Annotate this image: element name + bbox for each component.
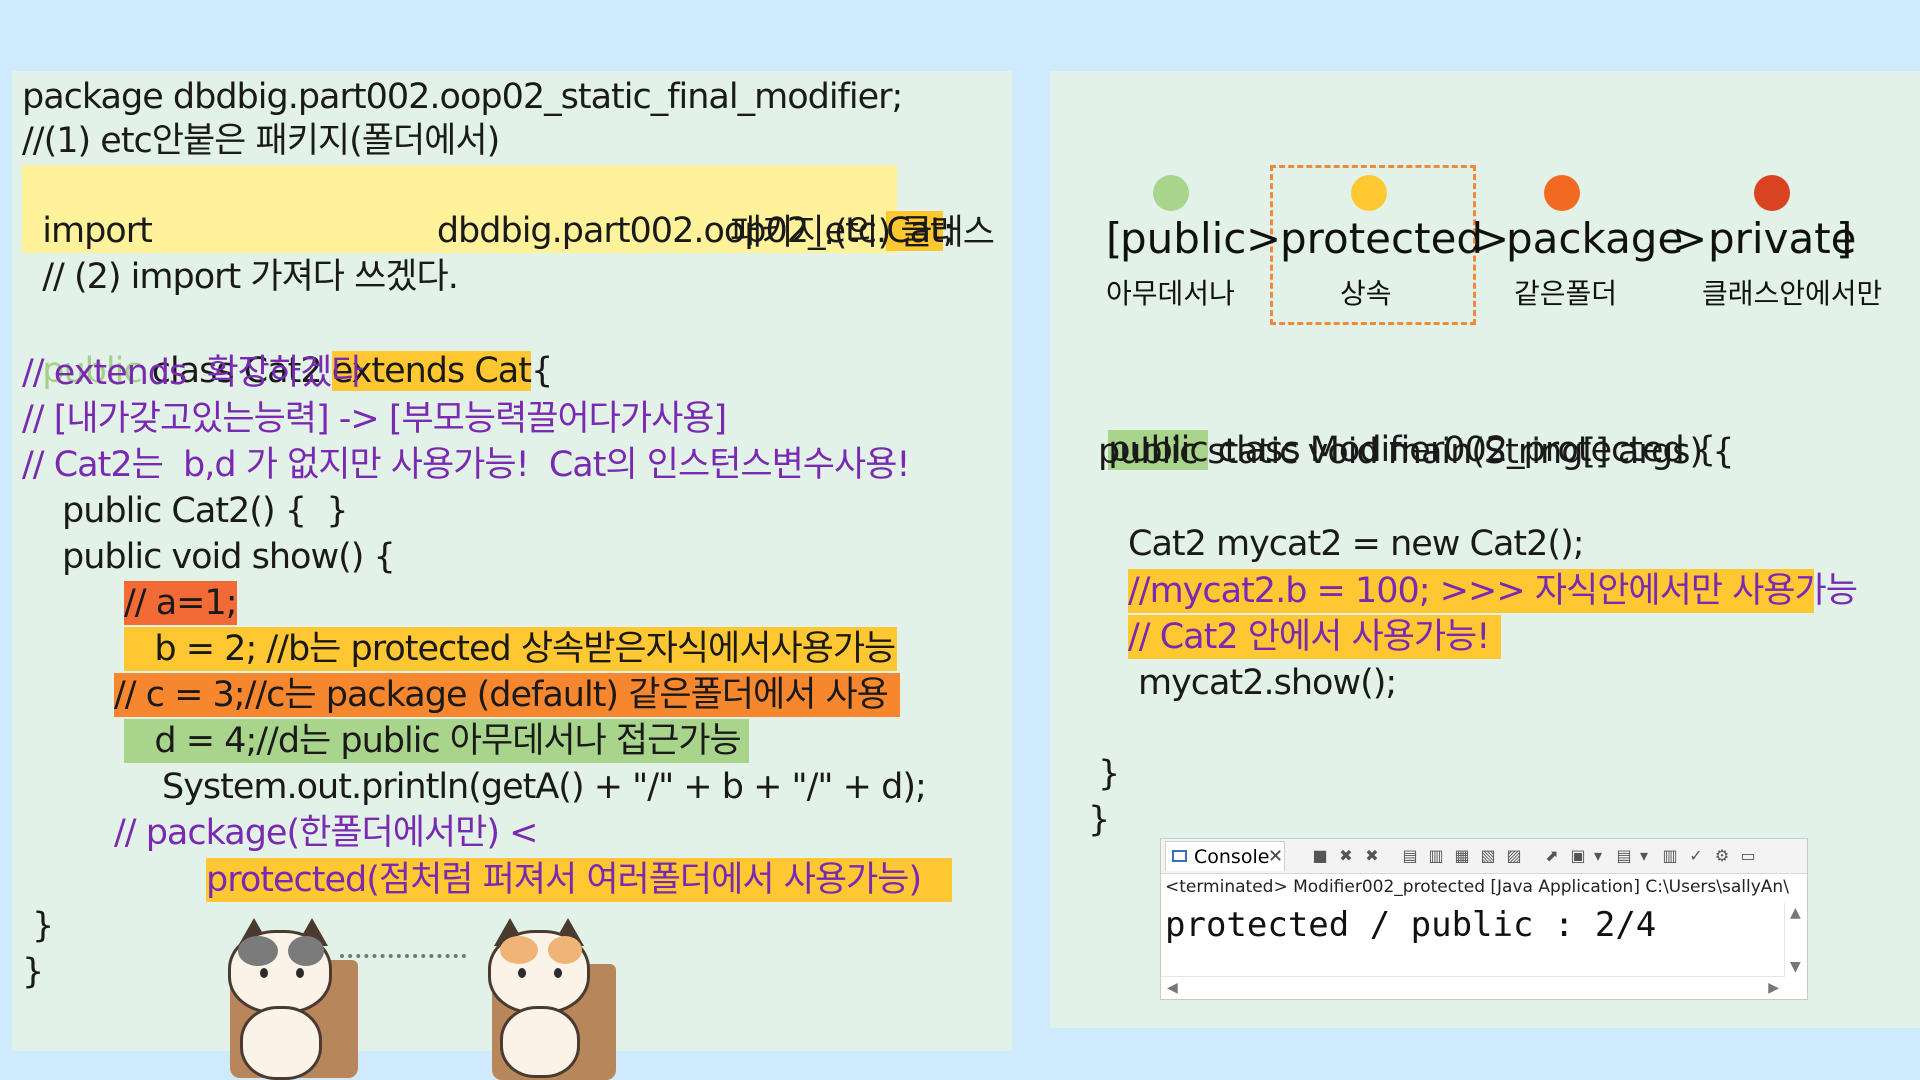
gear-icon[interactable]: ⚙ xyxy=(1713,847,1731,865)
display-console-icon[interactable]: ▣ xyxy=(1569,847,1587,865)
console-tab-label: Console xyxy=(1194,846,1270,868)
public-level-dot-icon xyxy=(1153,175,1189,211)
code-line-new-cat2: Cat2 mycat2 = new Cat2(); xyxy=(1128,524,1585,564)
close-icon[interactable]: ✕ xyxy=(1268,842,1283,872)
code-line-close-class: } xyxy=(22,952,44,992)
remove-launch-icon[interactable]: ✖ xyxy=(1337,847,1355,865)
word-wrap-icon[interactable]: ▦ xyxy=(1453,847,1471,865)
access-separator-3: > xyxy=(1672,214,1708,263)
code-line-close-method: } xyxy=(32,906,54,946)
code-line-println: System.out.println(getA() + "/" + b + "/… xyxy=(162,767,927,807)
open-brace: { xyxy=(530,351,553,391)
clear-console-icon[interactable]: ▤ xyxy=(1401,847,1419,865)
comment-extends: // extends 확장하겠다 xyxy=(22,353,363,393)
access-public-label: public xyxy=(1120,214,1247,263)
access-separator-2: > xyxy=(1474,214,1510,263)
code-line-main-method: public static void main(String[] args) { xyxy=(1098,432,1735,472)
scroll-lock-icon[interactable]: ▥ xyxy=(1427,847,1445,865)
code-line-show-call: mycat2.show(); xyxy=(1138,663,1397,703)
scroll-down-icon[interactable]: ▼ xyxy=(1790,959,1801,975)
comment-package-scope: // package(한폴더에서만) < xyxy=(114,813,538,853)
scroll-right-icon[interactable]: ▶ xyxy=(1768,980,1779,996)
remove-all-icon[interactable]: ✖ xyxy=(1363,847,1381,865)
access-protected-label: protected xyxy=(1280,214,1484,263)
console-tab[interactable]: Console ✕ xyxy=(1165,841,1285,871)
access-private-label: private xyxy=(1708,214,1857,263)
code-line-package: package dbdbig.part002.oop02_static_fina… xyxy=(22,77,903,117)
private-level-dot-icon xyxy=(1754,175,1790,211)
console-toolbar: Console ✕ ■ ✖ ✖ ▤ ▥ ▦ ▧ ▨ ⬈ ▣ ▾ ▤ ▾ ▥ ✓ … xyxy=(1161,839,1807,874)
console-view: Console ✕ ■ ✖ ✖ ▤ ▥ ▦ ▧ ▨ ⬈ ▣ ▾ ▤ ▾ ▥ ✓ … xyxy=(1160,838,1808,1000)
vertical-scrollbar[interactable]: ▲ ▼ xyxy=(1784,903,1807,977)
code-line-package-class-note: 패키지.(의) 클래스 xyxy=(730,213,995,253)
console-status-text: <terminated> Modifier002_protected [Java… xyxy=(1165,877,1789,897)
access-private-desc: 클래스안에서만 xyxy=(1702,277,1883,310)
access-public-desc: 아무데서나 xyxy=(1106,277,1235,310)
minimize-icon[interactable]: ▭ xyxy=(1739,847,1757,865)
code-line-d-public: d = 4;//d는 public 아무데서나 접근가능 xyxy=(124,719,749,763)
code-line-comment-1: //(1) etc안붙은 패키지(폴더에서) xyxy=(22,121,500,161)
open-console-icon[interactable]: ▤ xyxy=(1615,847,1633,865)
show-stdout-icon[interactable]: ▧ xyxy=(1479,847,1497,865)
string-line-icon xyxy=(340,954,466,958)
code-line-constructor: public Cat2() { } xyxy=(62,491,349,531)
package-level-dot-icon xyxy=(1544,175,1580,211)
scroll-up-icon[interactable]: ▲ xyxy=(1790,905,1801,921)
horizontal-scrollbar[interactable]: ◀ ▶ xyxy=(1161,976,1785,999)
console-output: protected / public : 2/4 xyxy=(1165,905,1657,945)
pin-console-icon[interactable]: ⬈ xyxy=(1543,847,1561,865)
code-line-show-method: public void show() { xyxy=(62,537,396,577)
access-protected-desc: 상속 xyxy=(1340,277,1392,310)
comment-instance-vars: // Cat2는 b,d 가 없지만 사용가능! Cat의 인스턴스변수사용! xyxy=(22,445,910,485)
code-line-a-private: // a=1; xyxy=(124,581,238,625)
comment-ability: // [내가갖고있는능력] -> [부모능력끌어다가사용] xyxy=(22,399,727,439)
show-stderr-icon[interactable]: ▨ xyxy=(1505,847,1523,865)
scroll-left-icon[interactable]: ◀ xyxy=(1167,980,1178,996)
terminate-icon[interactable]: ■ xyxy=(1311,847,1329,865)
access-separator-1: > xyxy=(1246,214,1282,263)
spelling-icon[interactable]: ✓ xyxy=(1687,847,1705,865)
code-line-close-main: } xyxy=(1098,754,1120,794)
access-close-bracket: ] xyxy=(1836,214,1853,263)
copy-icon[interactable]: ▥ xyxy=(1661,847,1679,865)
access-package-desc: 같은폴더 xyxy=(1514,277,1618,310)
access-package-label: package xyxy=(1506,214,1684,263)
code-line-b-protected: b = 2; //b는 protected 상속받은자식에서사용가능 xyxy=(124,627,897,671)
chevron-down-icon[interactable]: ▾ xyxy=(1589,847,1607,865)
code-line-comment-2: // (2) import 가져다 쓰겠다. xyxy=(22,211,459,299)
comment-usable-in-cat2: // Cat2 안에서 사용가능! xyxy=(1128,615,1501,659)
comment-mycat2-b: //mycat2.b = 100; >>> 자식안에서만 사용가능 xyxy=(1128,569,1858,613)
comment-protected-scope: protected(점처럼 퍼져서 여러폴더에서 사용가능) xyxy=(206,858,952,902)
console-icon xyxy=(1172,850,1187,862)
chevron-down-icon[interactable]: ▾ xyxy=(1635,847,1653,865)
code-line-close-main-class: } xyxy=(1088,800,1110,840)
comment-import-usage: // (2) import 가져다 쓰겠다. xyxy=(42,257,459,297)
code-line-c-package: // c = 3;//c는 package (default) 같은폴더에서 사… xyxy=(114,673,900,717)
